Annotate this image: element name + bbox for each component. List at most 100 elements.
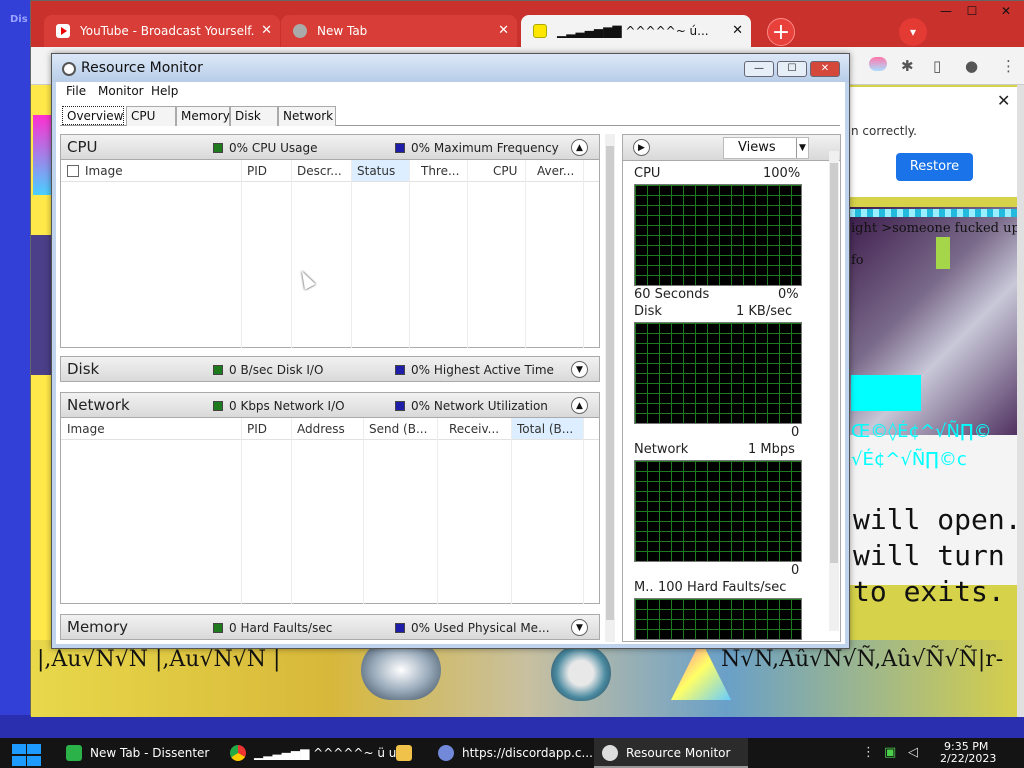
menu-dots-icon[interactable]: ⋮ <box>1001 57 1016 75</box>
column-divider <box>467 160 468 348</box>
restore-button[interactable]: Restore <box>896 153 973 181</box>
column-header[interactable]: PID <box>247 422 267 436</box>
network-tray-icon[interactable]: ▣ <box>884 745 896 760</box>
tab-new-tab[interactable]: New Tab ✕ <box>281 15 517 47</box>
profile-badge-icon[interactable] <box>869 57 887 71</box>
column-header[interactable]: CPU <box>493 164 517 178</box>
minimize-button[interactable]: — <box>744 61 774 77</box>
graph-max: 100 Hard Faults/sec <box>658 580 787 595</box>
left-pane-scrollbar[interactable] <box>605 134 615 642</box>
start-button[interactable] <box>10 744 42 766</box>
expand-icon[interactable]: ▼ <box>571 619 588 636</box>
clock-date[interactable]: 2/22/2023 <box>940 752 996 765</box>
stat-text: 0% CPU Usage <box>229 141 318 155</box>
column-header[interactable]: Address <box>297 422 345 436</box>
scrollbar-thumb[interactable] <box>606 146 614 620</box>
column-divider <box>525 160 526 348</box>
column-header[interactable]: Image <box>67 422 105 436</box>
column-header[interactable]: PID <box>247 164 267 178</box>
tab-youtube[interactable]: YouTube - Broadcast Yourself. ✕ <box>44 15 280 47</box>
taskbar-discord[interactable]: https://discordapp.c... <box>430 738 593 768</box>
graphs-scrollbar[interactable] <box>829 151 839 631</box>
column-header[interactable]: Thre... <box>421 164 459 178</box>
graph-min: 0 <box>791 563 800 578</box>
disk-section-header[interactable]: Disk 0 B/sec Disk I/O 0% Highest Active … <box>60 356 600 382</box>
graph-title: Disk <box>634 304 662 319</box>
column-header[interactable]: Image <box>85 164 123 178</box>
taskbar-label: New Tab - Dissenter <box>90 746 210 760</box>
table-header: Image PID Descr... Status Thre... CPU Av… <box>61 160 599 182</box>
graph-max: 1 KB/sec <box>736 304 793 319</box>
page-decoration <box>851 375 921 411</box>
windows-logo-icon <box>27 756 41 766</box>
tab-network[interactable]: Network <box>278 106 336 126</box>
new-tab-button[interactable]: + <box>767 18 795 46</box>
browser-tab-strip: YouTube - Broadcast Yourself. ✕ New Tab … <box>31 1 1024 47</box>
page-text: Ñ√Ñ,Aû√Ñ√Ñ,Aû√Ñ√Ñ|r- <box>721 647 1004 672</box>
resource-monitor-body: File Monitor Help Overview CPU Memory Di… <box>56 82 845 644</box>
side-panel-icon[interactable]: ▯ <box>933 57 941 75</box>
collapse-icon[interactable]: ▲ <box>571 139 588 156</box>
cpu-frequency-stat: 0% Maximum Frequency <box>395 141 559 155</box>
menu-file[interactable]: File <box>66 84 86 98</box>
collapse-icon[interactable]: ▲ <box>571 397 588 414</box>
stat-text: 0 Hard Faults/sec <box>229 621 333 635</box>
tab-cpu[interactable]: CPU <box>126 106 176 126</box>
taskbar-dissenter[interactable]: New Tab - Dissenter <box>58 738 216 768</box>
memory-section-header[interactable]: Memory 0 Hard Faults/sec 0% Used Physica… <box>60 614 600 640</box>
browser-close-button[interactable]: ✕ <box>991 3 1021 19</box>
graph-max: 100% <box>763 166 801 181</box>
column-divider <box>583 418 584 604</box>
resource-monitor-titlebar[interactable]: Resource Monitor — ☐ ✕ <box>52 54 849 82</box>
graph-title: Network <box>634 442 689 457</box>
volume-tray-icon[interactable]: ◁ <box>908 745 918 760</box>
taskbar-chrome[interactable]: ▁▂▃▄▅▆ ^^^^^~ ü u... <box>222 738 408 768</box>
column-header[interactable]: Receiv... <box>449 422 499 436</box>
account-icon[interactable]: ● <box>965 57 978 75</box>
expand-icon[interactable]: ▼ <box>571 361 588 378</box>
column-header[interactable]: Status <box>357 164 395 178</box>
resource-monitor-icon <box>602 745 618 761</box>
taskbar-resource-monitor[interactable]: Resource Monitor <box>594 738 748 768</box>
tray-overflow-icon[interactable]: ⋮ <box>862 745 875 760</box>
graphs-pane: ▶ Views ▼ CPU 100% 60 Seconds 0% Disk 1 K… <box>622 134 841 642</box>
tab-memory[interactable]: Memory <box>176 106 230 126</box>
tab-close-icon[interactable]: ✕ <box>498 15 509 47</box>
views-dropdown[interactable]: Views ▼ <box>723 137 809 159</box>
page-scrollbar[interactable] <box>1017 85 1024 717</box>
taskbar-label: https://discordapp.c... <box>462 746 593 760</box>
restore-close-icon[interactable]: ✕ <box>997 91 1010 110</box>
column-header[interactable]: Send (B... <box>369 422 427 436</box>
tab-search-button[interactable]: ▾ <box>899 18 927 46</box>
physical-memory-stat: 0% Used Physical Me... <box>395 621 550 635</box>
graph-min: 0% <box>778 287 799 302</box>
select-all-checkbox[interactable] <box>67 165 79 177</box>
network-section-header[interactable]: Network 0 Kbps Network I/O 0% Network Ut… <box>60 392 600 418</box>
menu-help[interactable]: Help <box>151 84 178 98</box>
tab-overview[interactable]: Overview <box>62 106 124 125</box>
folder-icon <box>396 745 412 761</box>
desktop-icon-label[interactable]: Dis <box>10 14 28 25</box>
column-divider <box>437 418 438 604</box>
green-legend-icon <box>213 401 223 411</box>
tab-disk[interactable]: Disk <box>230 106 278 126</box>
tab-close-icon[interactable]: ✕ <box>732 15 743 47</box>
close-button[interactable]: ✕ <box>810 61 840 77</box>
menu-monitor[interactable]: Monitor <box>98 84 144 98</box>
browser-maximize-button[interactable]: ☐ <box>957 3 987 19</box>
taskbar-file-explorer[interactable] <box>388 738 424 768</box>
column-header[interactable]: Descr... <box>297 164 342 178</box>
cpu-section-header[interactable]: CPU 0% CPU Usage 0% Maximum Frequency ▲ <box>60 134 600 160</box>
extensions-icon[interactable]: ✱ <box>901 57 914 75</box>
maximize-button[interactable]: ☐ <box>777 61 807 77</box>
page-decoration <box>33 115 51 195</box>
expand-arrow-icon[interactable]: ▶ <box>633 139 650 156</box>
scrollbar-thumb[interactable] <box>830 163 838 563</box>
section-title: Disk <box>67 360 100 378</box>
network-process-table: Image PID Address Send (B... Receiv... T… <box>60 418 600 604</box>
tab-active[interactable]: ▁▂▃▄▅▆▇ ^^^^^~ ú... ✕ <box>521 15 751 47</box>
column-header[interactable]: Total (B... <box>517 422 573 436</box>
column-divider <box>511 418 512 604</box>
tab-close-icon[interactable]: ✕ <box>261 15 272 47</box>
column-header[interactable]: Aver... <box>537 164 574 178</box>
